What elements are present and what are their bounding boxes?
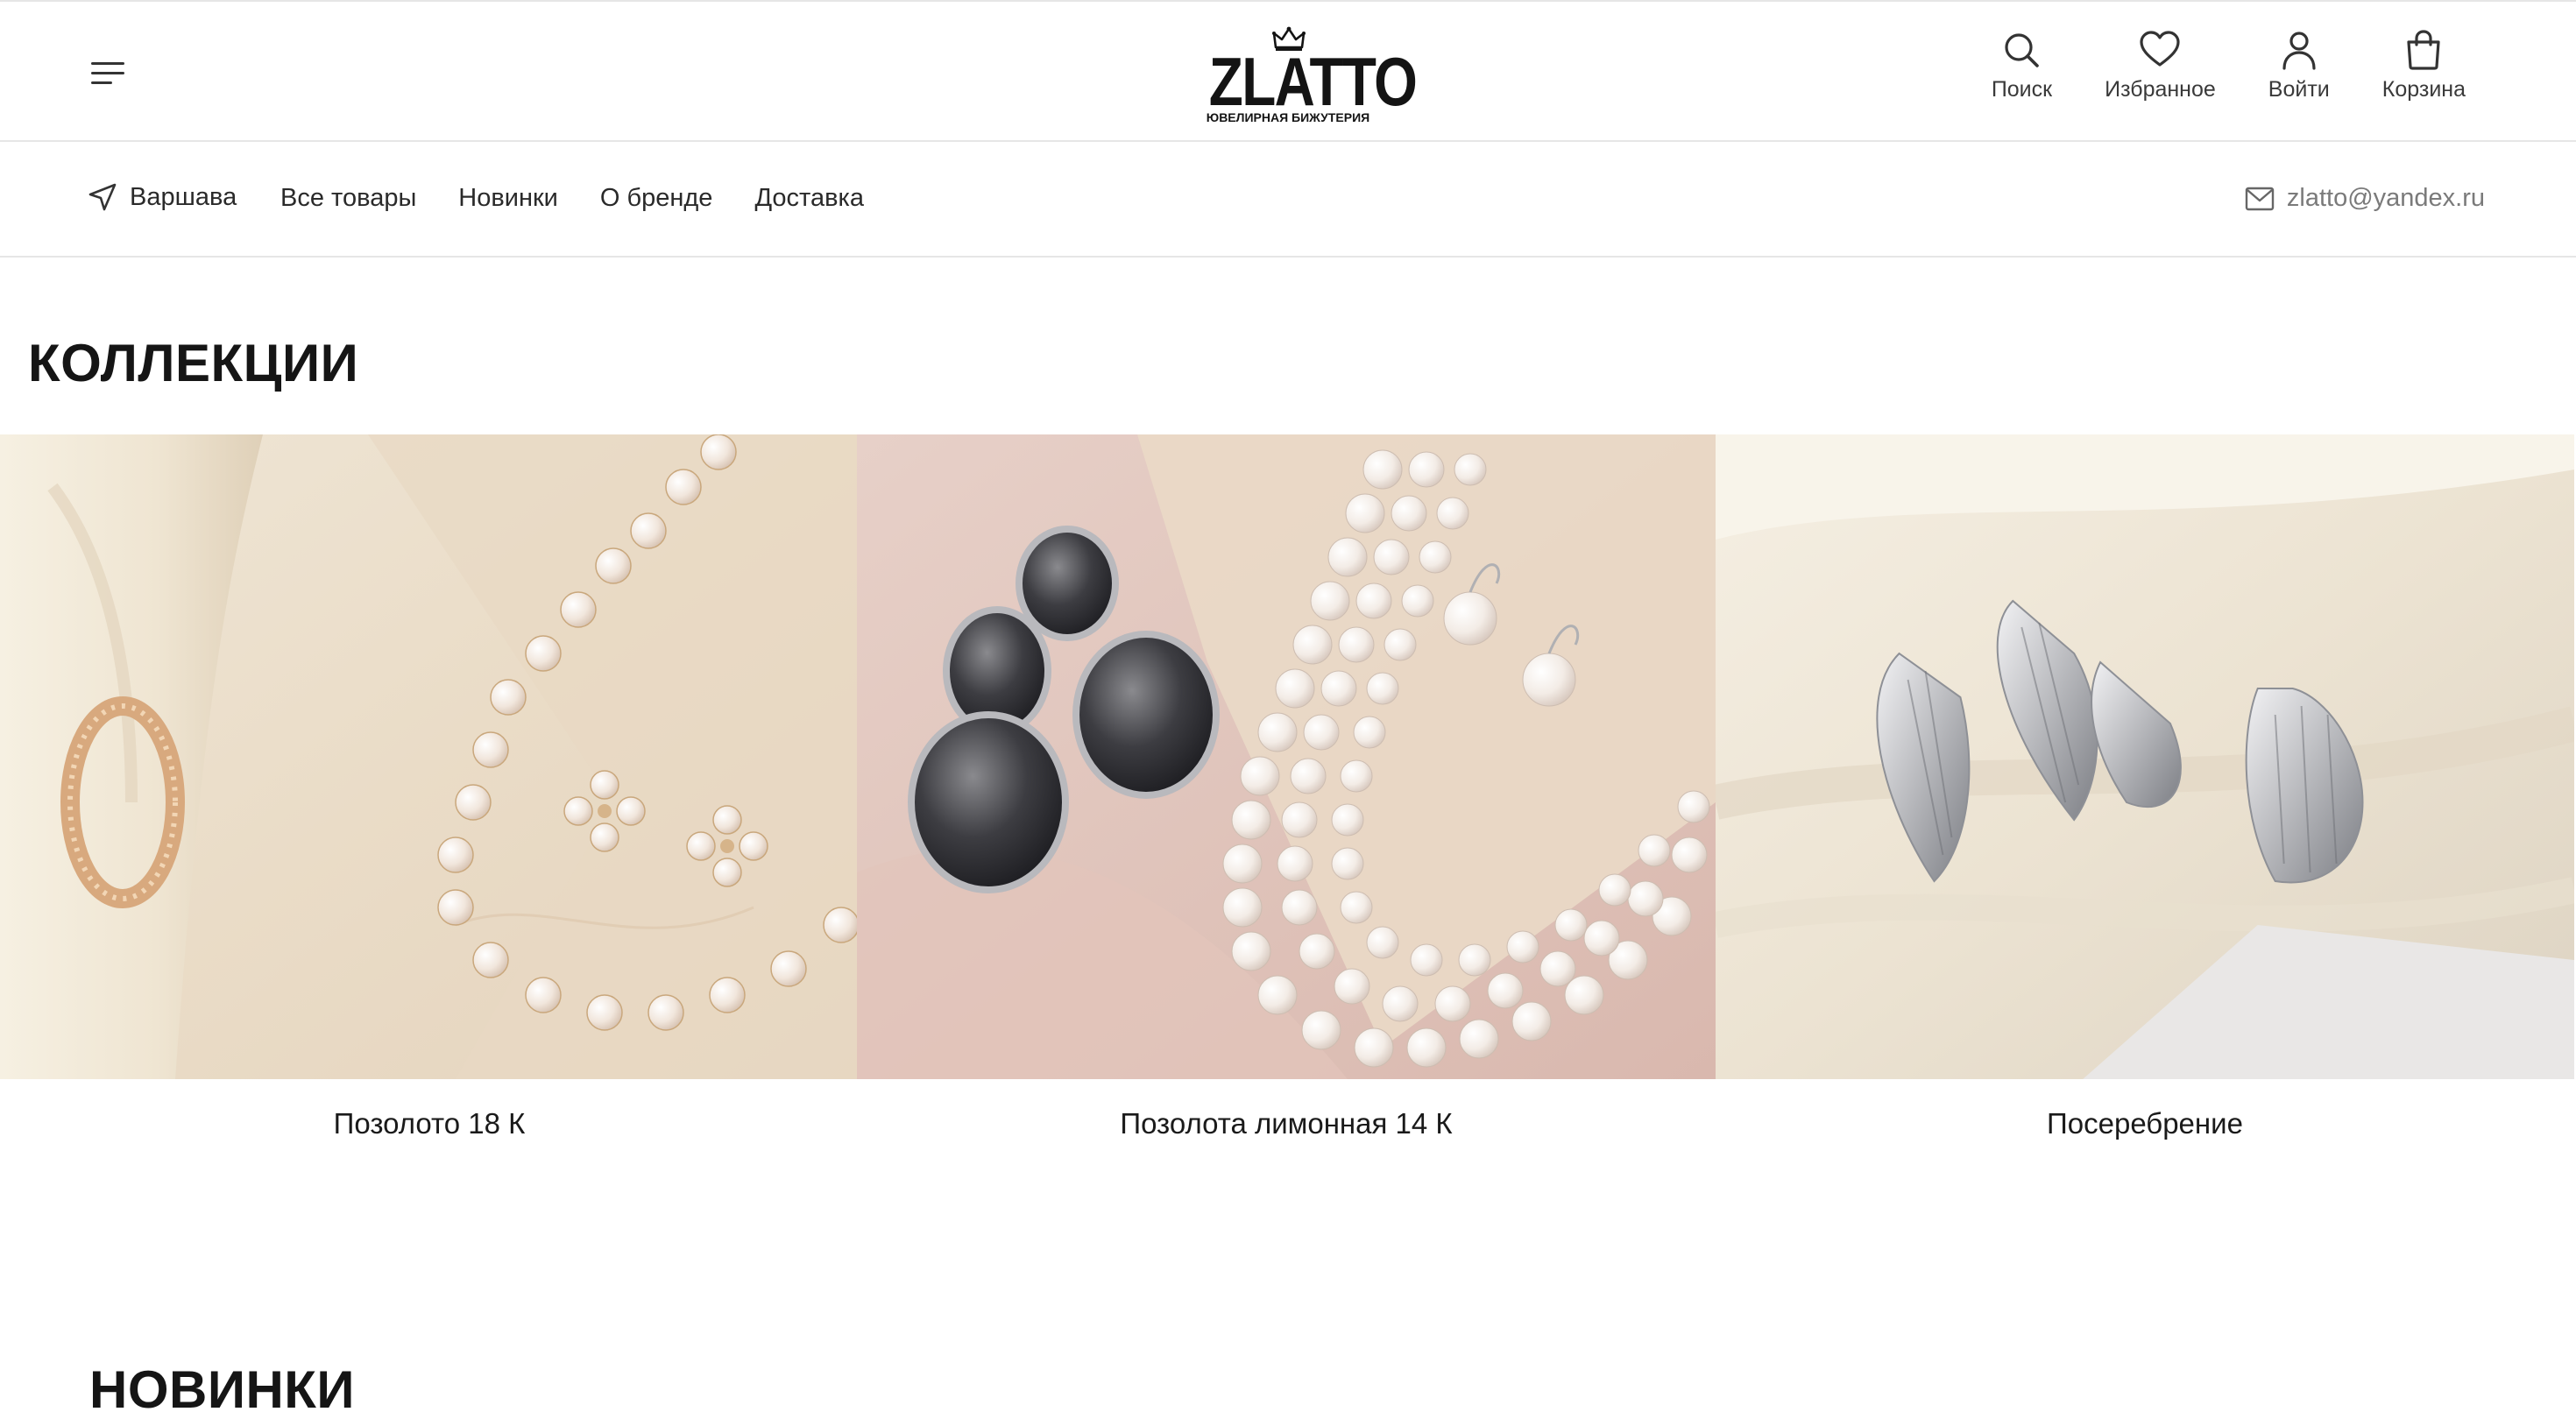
collection-image-lemon-gold-14k xyxy=(857,434,1716,1079)
collection-label: Посеребрение xyxy=(2047,1107,2243,1140)
main-nav-links: Все товары Новинки О бренде Доставка xyxy=(280,184,906,213)
nav-new[interactable]: Новинки xyxy=(458,184,558,213)
favorites-label: Избранное xyxy=(2105,77,2216,102)
favorites-button[interactable]: Избранное xyxy=(2078,28,2242,116)
login-label: Войти xyxy=(2268,77,2330,102)
bag-icon xyxy=(2407,30,2440,70)
collection-card-gold-18k[interactable]: Позолото 18 К xyxy=(0,434,859,1153)
cart-button[interactable]: Корзина xyxy=(2356,28,2492,116)
logo-text: ZLATTO xyxy=(1208,43,1418,120)
collection-label: Позолота лимонная 14 К xyxy=(1120,1107,1453,1140)
logo-subtitle: ЮВЕЛИРНАЯ БИЖУТЕРИЯ xyxy=(1206,110,1370,124)
login-button[interactable]: Войти xyxy=(2242,28,2356,116)
cart-label: Корзина xyxy=(2381,77,2466,102)
collection-card-lemon-gold-14k[interactable]: Позолота лимонная 14 К xyxy=(857,434,1716,1153)
search-label: Поиск xyxy=(1991,77,2053,102)
collection-card-silver[interactable]: Посеребрение xyxy=(1716,434,2574,1153)
nav-delivery[interactable]: Доставка xyxy=(754,184,864,213)
search-button[interactable]: Поиск xyxy=(1965,28,2078,116)
user-icon xyxy=(2282,32,2316,70)
search-icon xyxy=(2005,33,2040,67)
city-selector[interactable]: Варшава xyxy=(88,182,237,212)
location-arrow-icon xyxy=(88,183,117,211)
nav-about-brand[interactable]: О бренде xyxy=(600,184,713,213)
email-address: zlatto@yandex.ru xyxy=(2286,184,2485,212)
sub-navigation: Варшава Все товары Новинки О бренде Дост… xyxy=(0,142,2576,258)
email-link[interactable]: zlatto@yandex.ru xyxy=(2245,184,2485,213)
heart-icon xyxy=(2140,31,2181,67)
city-name: Варшава xyxy=(130,182,237,211)
new-arrivals-title: НОВИНКИ xyxy=(89,1360,356,1419)
brand-logo[interactable]: ZLATTO ЮВЕЛИРНАЯ БИЖУТЕРИЯ xyxy=(1192,21,1418,128)
header-actions: Поиск Избранное Войти Корзина xyxy=(1965,28,2492,116)
menu-icon[interactable] xyxy=(88,56,130,91)
collections-grid: Позолото 18 К Позолота лимонная 14 К Пос… xyxy=(0,434,2576,1153)
collections-title: КОЛЛЕКЦИИ xyxy=(28,334,359,392)
site-header: ZLATTO ЮВЕЛИРНАЯ БИЖУТЕРИЯ Поиск Избранн… xyxy=(0,0,2576,142)
collection-image-gold-18k xyxy=(0,434,859,1079)
collection-image-silver xyxy=(1716,434,2574,1079)
collection-label: Позолото 18 К xyxy=(333,1107,526,1140)
mail-icon xyxy=(2245,187,2275,210)
nav-all-products[interactable]: Все товары xyxy=(280,184,416,213)
